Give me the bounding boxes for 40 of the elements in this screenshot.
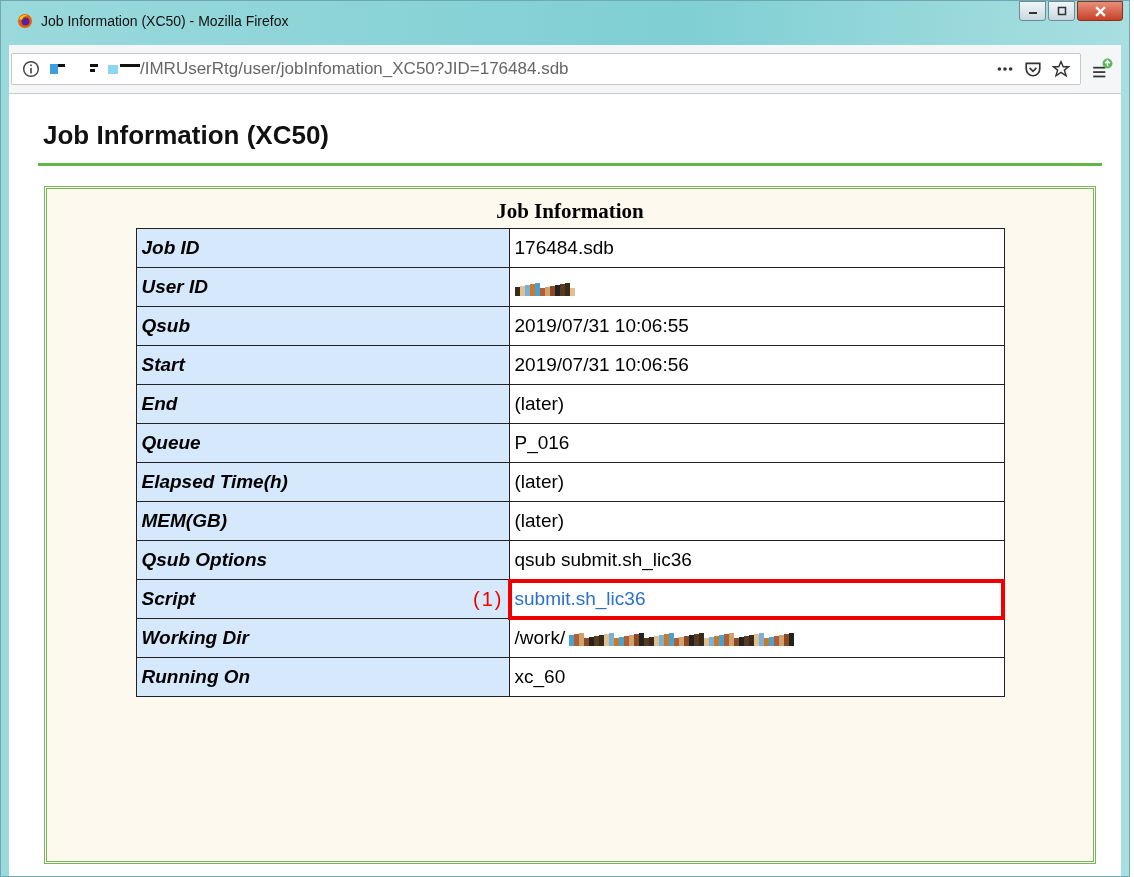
pocket-icon[interactable] xyxy=(1024,60,1042,78)
address-bar[interactable]: /IMRUserRtg/user/jobInfomation_XC50?JID=176484.sdb xyxy=(11,53,1081,85)
script-link[interactable]: submit.sh_lic36 xyxy=(514,588,646,609)
field-label: MEM(GB) xyxy=(141,510,227,532)
field-label: Qsub xyxy=(141,315,191,337)
firefox-logo-icon xyxy=(17,13,33,29)
field-label: Queue xyxy=(141,432,201,454)
field-label: Running On xyxy=(141,666,251,688)
minimize-button[interactable] xyxy=(1019,1,1046,21)
field-label: Script xyxy=(141,588,196,610)
field-label: Qsub Options xyxy=(141,549,268,571)
menu-icon[interactable] xyxy=(1091,58,1113,80)
field-label: Elapsed Time(h) xyxy=(141,471,288,493)
field-label: Working Dir xyxy=(141,627,249,649)
cell-value: P_016 xyxy=(514,432,570,453)
star-icon[interactable] xyxy=(1052,60,1070,78)
cell-value: 2019/07/31 10:06:55 xyxy=(514,315,689,336)
cell-value: (later) xyxy=(514,471,565,492)
field-label: User ID xyxy=(141,276,209,298)
url-text: /IMRUserRtg/user/jobInfomation_XC50?JID=176484.sdb xyxy=(140,59,569,79)
field-label: Start xyxy=(141,354,185,376)
maximize-button[interactable] xyxy=(1048,1,1075,21)
cell-value: (later) xyxy=(514,393,565,414)
close-button[interactable] xyxy=(1077,1,1123,21)
field-label: End xyxy=(141,393,178,415)
cell-value: 176484.sdb xyxy=(514,237,614,258)
field-label: Job ID xyxy=(141,237,200,259)
cell-value: (later) xyxy=(514,510,565,531)
table-caption: Job Information xyxy=(496,199,644,224)
window-title: Job Information (XC50) - Mozilla Firefox xyxy=(41,13,289,29)
maximize-icon xyxy=(1056,6,1067,16)
callout-label: (1) xyxy=(473,587,504,611)
cell-value: qsub submit.sh_lic36 xyxy=(514,549,692,570)
cell-value: /work/ xyxy=(514,627,566,649)
info-icon[interactable] xyxy=(22,60,40,78)
cell-value: 2019/07/31 10:06:56 xyxy=(514,354,689,375)
cell-value: xc_60 xyxy=(514,666,566,687)
redacted-mark xyxy=(514,280,577,296)
page-heading: Job Information (XC50) xyxy=(43,120,330,151)
close-icon xyxy=(1094,5,1106,17)
